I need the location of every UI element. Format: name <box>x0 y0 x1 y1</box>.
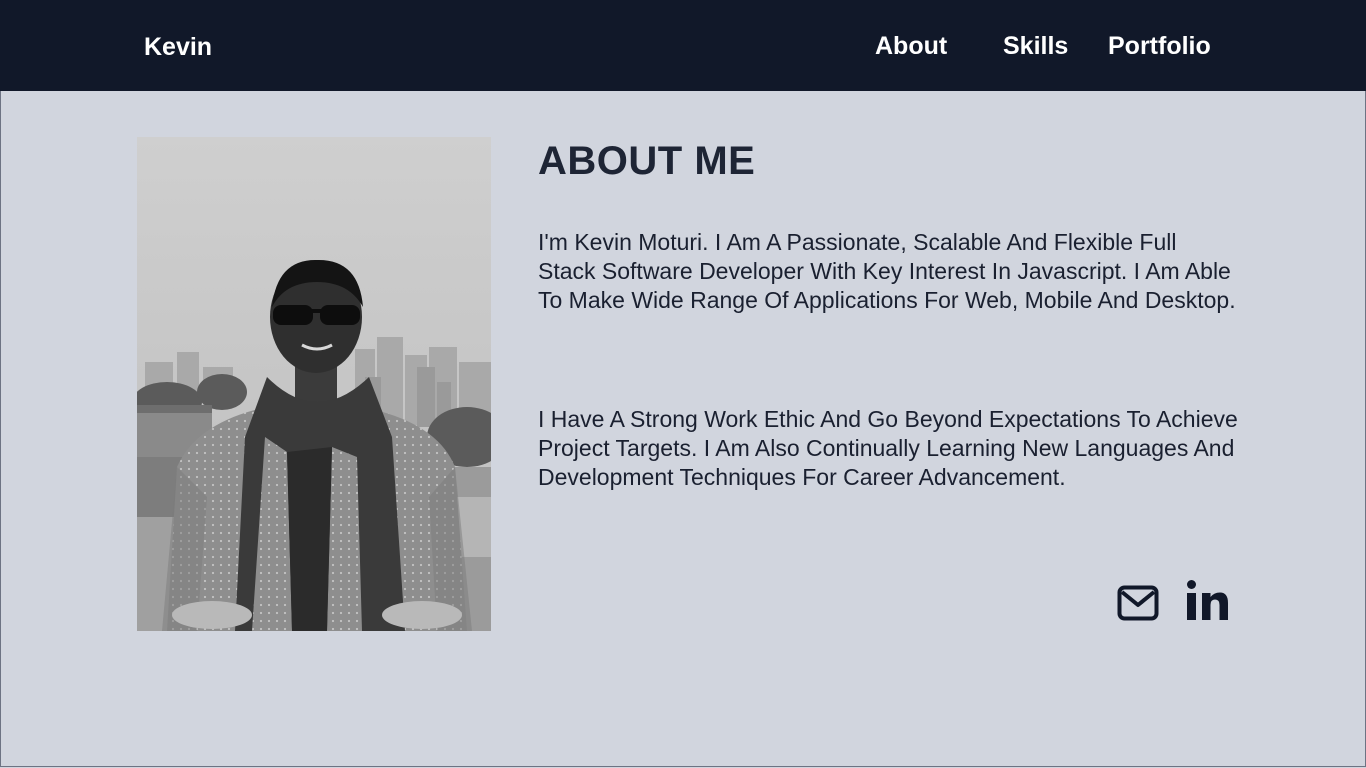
profile-photo-illustration <box>137 137 491 631</box>
about-paragraph-2: I Have A Strong Work Ethic And Go Beyond… <box>538 406 1238 490</box>
nav-link-skills[interactable]: Skills <box>1003 30 1068 62</box>
mail-icon[interactable] <box>1117 585 1159 626</box>
navbar: Kevin About Skills Portfolio <box>0 0 1366 91</box>
profile-photo <box>137 137 491 631</box>
nav-link-portfolio[interactable]: Portfolio <box>1108 30 1211 62</box>
linkedin-icon[interactable] <box>1186 580 1230 627</box>
nav-link-about[interactable]: About <box>875 30 947 62</box>
linkedin-icon-graphic <box>1187 580 1228 620</box>
page-title: ABOUT ME <box>538 139 756 183</box>
brand-link[interactable]: Kevin <box>144 31 212 63</box>
mail-icon-graphic <box>1117 585 1159 621</box>
about-paragraph-1: I'm Kevin Moturi. I Am A Passionate, Sca… <box>538 229 1236 313</box>
